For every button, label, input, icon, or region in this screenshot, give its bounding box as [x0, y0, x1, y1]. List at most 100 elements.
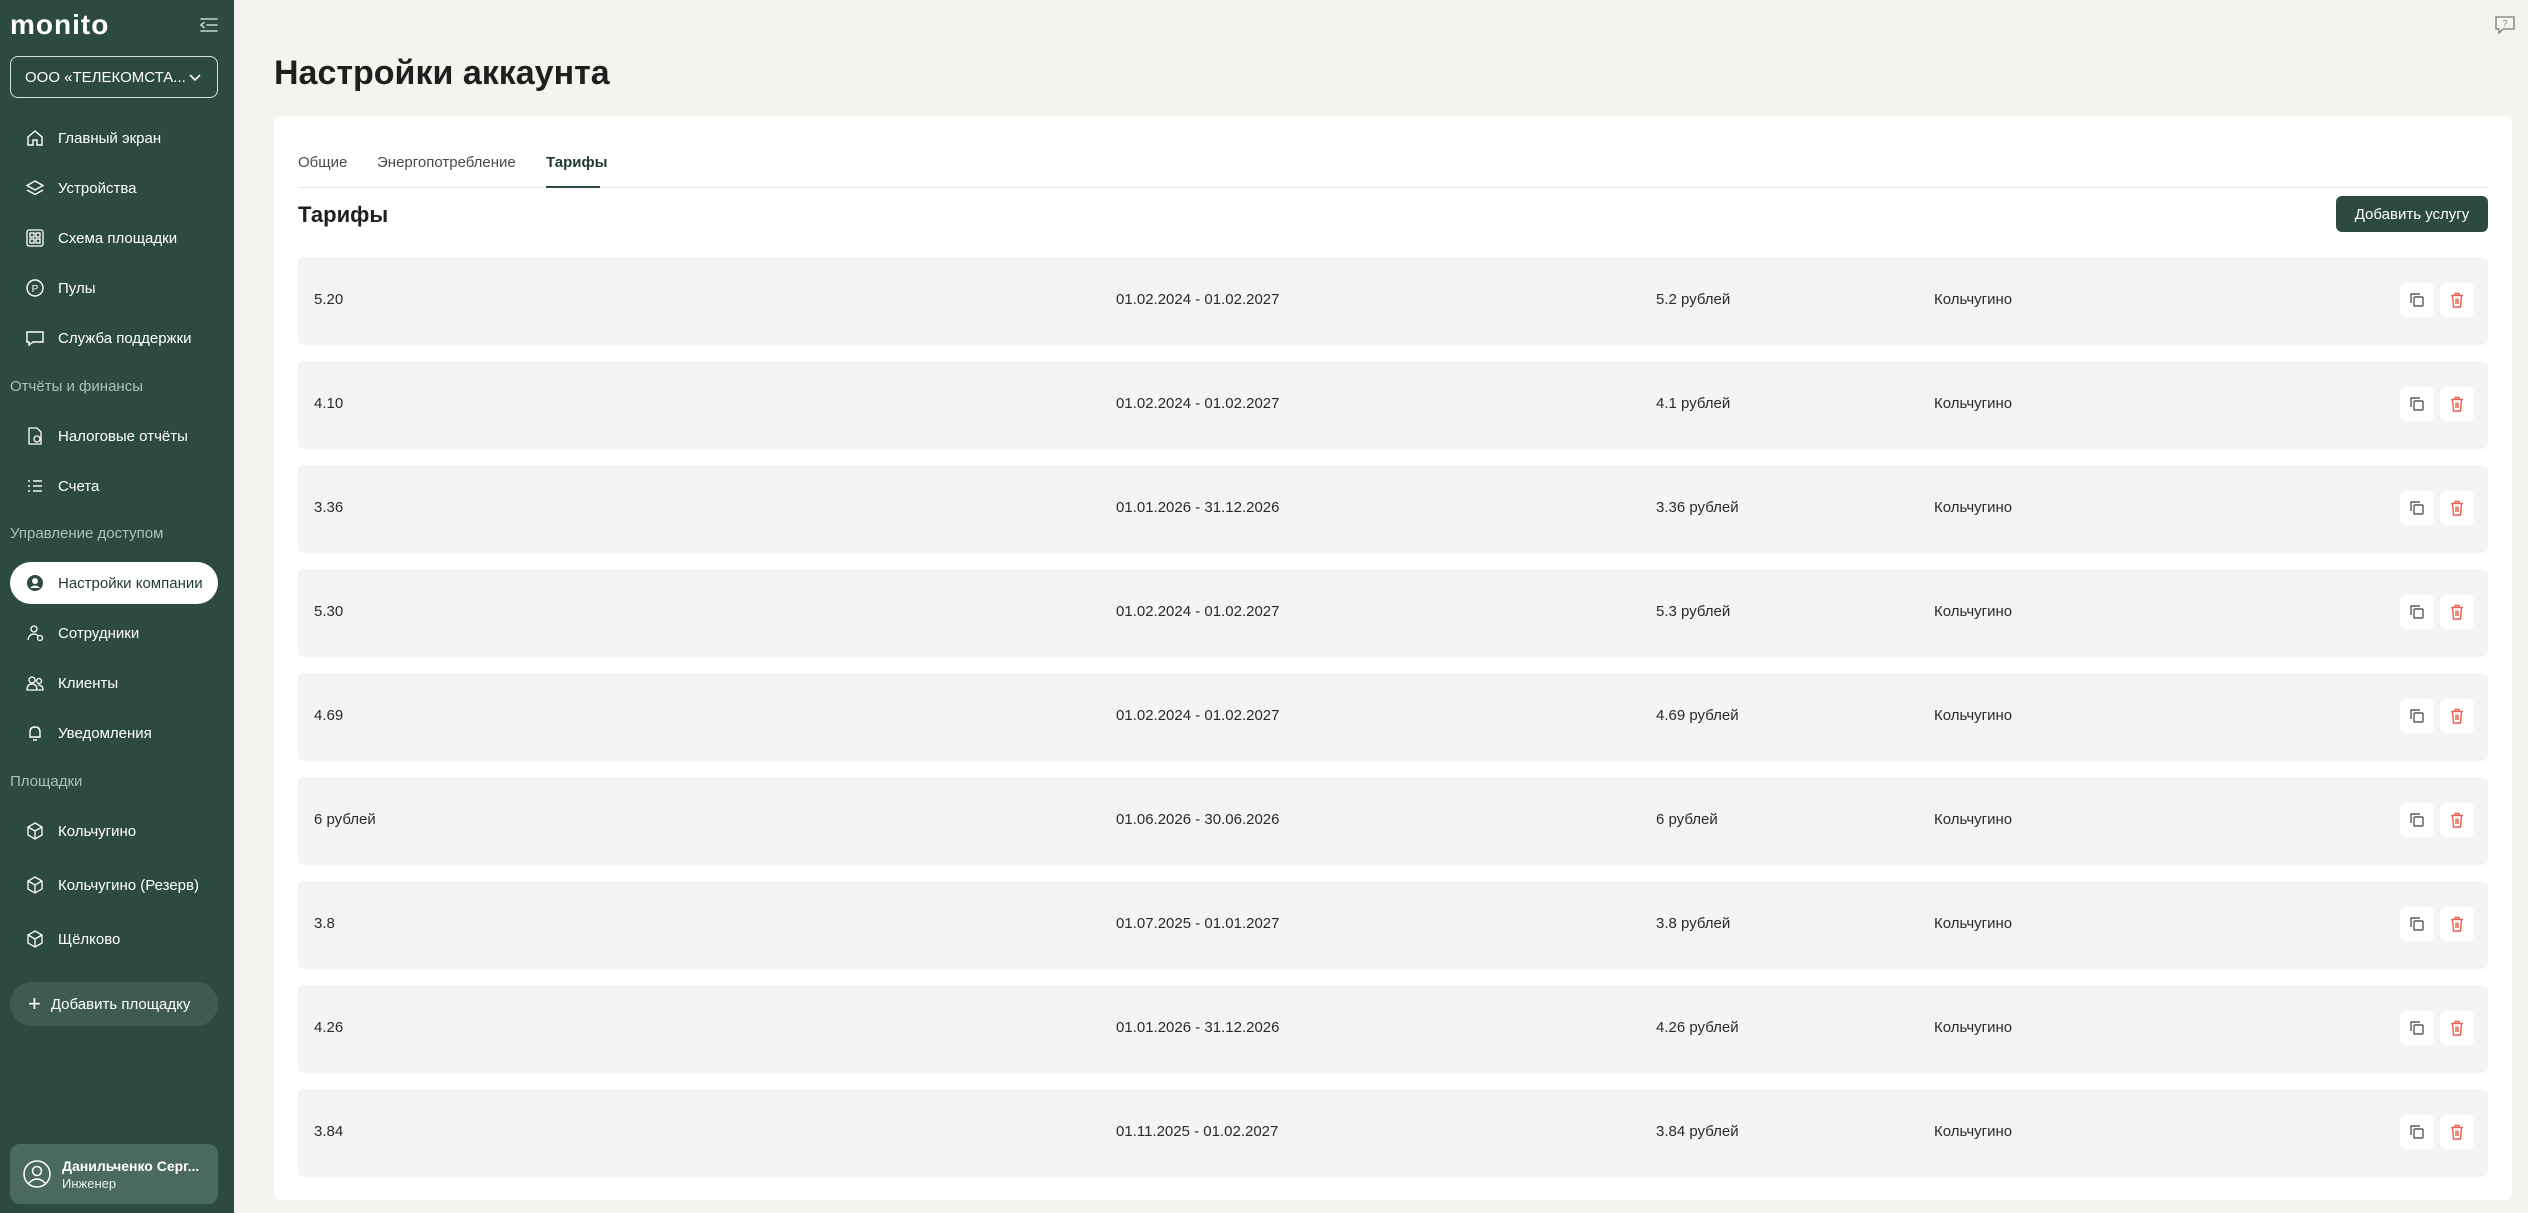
delete-button[interactable] [2440, 491, 2474, 525]
nav-item-devices[interactable]: Устройства [10, 167, 218, 209]
tariff-price: 3.36 рублей [1656, 499, 1739, 516]
nav-item-site-scheme[interactable]: Схема площадки [10, 217, 218, 259]
chevron-down-icon [189, 74, 201, 82]
nav-item-home[interactable]: Главный экран [10, 117, 218, 159]
tariff-period: 01.02.2024 - 01.02.2027 [1116, 603, 1280, 620]
copy-button[interactable] [2400, 283, 2434, 317]
nav-item-tax-reports[interactable]: Налоговые отчёты [10, 415, 218, 457]
add-service-button[interactable]: Добавить услугу [2336, 196, 2488, 232]
copy-button[interactable] [2400, 387, 2434, 421]
delete-button[interactable] [2440, 283, 2474, 317]
user-circle-icon [24, 572, 46, 594]
grid-icon [24, 227, 46, 249]
trash-icon [2451, 708, 2463, 724]
pool-icon: P [24, 277, 46, 299]
tab-general[interactable]: Общие [298, 154, 347, 171]
delete-button[interactable] [2440, 595, 2474, 629]
tariff-period: 01.01.2026 - 31.12.2026 [1116, 1019, 1280, 1036]
copy-icon [2410, 917, 2424, 931]
tariff-period: 01.02.2024 - 01.02.2027 [1116, 291, 1280, 308]
tariff-period: 01.06.2026 - 30.06.2026 [1116, 811, 1280, 828]
tariff-row[interactable]: 5.30 01.02.2024 - 01.02.2027 5.3 рублей … [298, 569, 2488, 657]
tariff-price: 5.3 рублей [1656, 603, 1731, 620]
add-site-button[interactable]: + Добавить площадку [10, 982, 218, 1026]
nav-item-clients[interactable]: Клиенты [10, 662, 218, 704]
tax-report-icon [24, 425, 46, 447]
nav-item-pools[interactable]: P Пулы [10, 267, 218, 309]
copy-button[interactable] [2400, 491, 2434, 525]
tariff-name: 5.30 [314, 603, 344, 620]
nav-item-label: Настройки компании [58, 574, 203, 592]
organization-select-value: ООО «ТЕЛЕКОМСТА... [25, 68, 186, 86]
svg-text:?: ? [2502, 19, 2507, 29]
user-profile-card[interactable]: Данильченко Серг... Инженер [10, 1144, 218, 1204]
copy-button[interactable] [2400, 1115, 2434, 1149]
tariff-row[interactable]: 4.10 01.02.2024 - 01.02.2027 4.1 рублей … [298, 361, 2488, 449]
nav-item-label: Пулы [58, 279, 96, 297]
cube-icon [24, 874, 46, 896]
copy-icon [2410, 1021, 2424, 1035]
tariff-period: 01.07.2025 - 01.01.2027 [1116, 915, 1280, 932]
nav-item-support[interactable]: Служба поддержки [10, 317, 218, 359]
trash-icon [2451, 292, 2463, 308]
menu-collapse-icon[interactable] [198, 14, 220, 36]
nav-item-label: Устройства [58, 179, 137, 197]
nav-item-label: Главный экран [58, 129, 162, 147]
trash-icon [2451, 396, 2463, 412]
copy-button[interactable] [2400, 1011, 2434, 1045]
tariff-price: 4.26 рублей [1656, 1019, 1739, 1036]
cube-icon [24, 928, 46, 950]
trash-icon [2451, 1020, 2463, 1036]
nav-item-invoices[interactable]: Счета [10, 465, 218, 507]
nav-item-label: Уведомления [58, 724, 152, 742]
copy-button[interactable] [2400, 699, 2434, 733]
tariff-period: 01.01.2026 - 31.12.2026 [1116, 499, 1280, 516]
tabs: Общие Энергопотребление Тарифы [298, 136, 2488, 188]
user-role: Инженер [62, 1175, 117, 1191]
tariff-row[interactable]: 3.36 01.01.2026 - 31.12.2026 3.36 рублей… [298, 465, 2488, 553]
organization-select[interactable]: ООО «ТЕЛЕКОМСТА... [10, 56, 218, 98]
delete-button[interactable] [2440, 387, 2474, 421]
trash-icon [2451, 500, 2463, 516]
nav-item-employees[interactable]: Сотрудники [10, 612, 218, 654]
nav-item-company-settings[interactable]: Настройки компании [10, 562, 218, 604]
delete-button[interactable] [2440, 803, 2474, 837]
nav-item-label: Налоговые отчёты [58, 427, 188, 445]
tariff-price: 4.69 рублей [1656, 707, 1739, 724]
tariff-row[interactable]: 3.84 01.11.2025 - 01.02.2027 3.84 рублей… [298, 1089, 2488, 1177]
delete-button[interactable] [2440, 1115, 2474, 1149]
user-name: Данильченко Серг... [62, 1157, 200, 1174]
tariff-row[interactable]: 6 рублей 01.06.2026 - 30.06.2026 6 рубле… [298, 777, 2488, 865]
copy-button[interactable] [2400, 595, 2434, 629]
bell-icon [24, 722, 46, 744]
copy-icon [2410, 813, 2424, 827]
tariff-row[interactable]: 3.8 01.07.2025 - 01.01.2027 3.8 рублей К… [298, 881, 2488, 969]
tariff-price: 5.2 рублей [1656, 291, 1731, 308]
delete-button[interactable] [2440, 699, 2474, 733]
nav-item-site-kolchugino-reserve[interactable]: Кольчугино (Резерв) [10, 864, 218, 906]
tab-energy[interactable]: Энергопотребление [377, 154, 516, 171]
copy-button[interactable] [2400, 907, 2434, 941]
settings-card: Общие Энергопотребление Тарифы Тарифы До… [274, 116, 2512, 1200]
tariff-site: Кольчугино [1934, 1123, 2013, 1140]
tariff-name: 4.69 [314, 707, 344, 724]
nav-item-notifications[interactable]: Уведомления [10, 712, 218, 754]
nav-item-site-shchelkovo[interactable]: Щёлково [10, 918, 218, 960]
logo-row: monito [10, 8, 224, 42]
copy-icon [2410, 1125, 2424, 1139]
feedback-chat-icon[interactable]: ? [2494, 14, 2516, 36]
nav-item-site-kolchugino[interactable]: Кольчугино [10, 810, 218, 852]
delete-button[interactable] [2440, 1011, 2474, 1045]
tariff-name: 6 рублей [314, 811, 376, 828]
tariff-row[interactable]: 4.26 01.01.2026 - 31.12.2026 4.26 рублей… [298, 985, 2488, 1073]
tariff-site: Кольчугино [1934, 291, 2013, 308]
copy-button[interactable] [2400, 803, 2434, 837]
tab-tariffs[interactable]: Тарифы [546, 154, 607, 171]
tariff-row[interactable]: 4.69 01.02.2024 - 01.02.2027 4.69 рублей… [298, 673, 2488, 761]
list-icon [24, 475, 46, 497]
logo[interactable]: monito [10, 8, 224, 42]
sidebar: monito ООО «ТЕЛЕКОМСТА... Главный экран … [0, 0, 234, 1213]
tariff-row[interactable]: 5.20 01.02.2024 - 01.02.2027 5.2 рублей … [298, 257, 2488, 345]
delete-button[interactable] [2440, 907, 2474, 941]
nav-item-label: Сотрудники [58, 624, 140, 642]
